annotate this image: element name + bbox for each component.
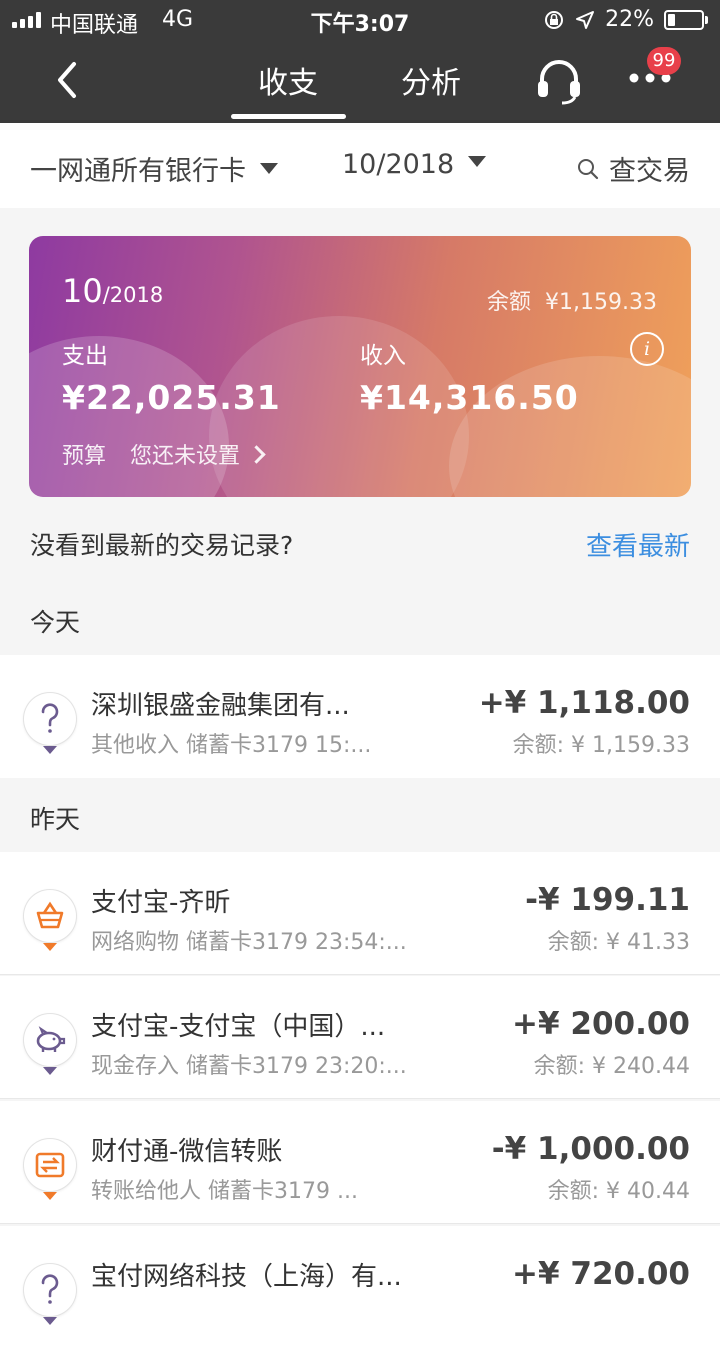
summary-balance: 余额 ¥1,159.33 [487, 290, 657, 315]
income-label: 收入 [360, 343, 406, 369]
expense-label: 支出 [62, 343, 108, 369]
tab-analysis[interactable]: 分析 [401, 58, 461, 102]
month-filter-label: 10/2018 [342, 149, 455, 180]
card-filter-dropdown[interactable]: 一网通所有银行卡 [30, 149, 278, 188]
transaction-title: 财付通-微信转账 [91, 1137, 283, 1167]
monthly-summary-card: 10/2018 余额 ¥1,159.33 支出 收入 i ¥22,025.31 ¥… [29, 236, 691, 497]
transaction-row[interactable]: 财付通-微信转账 转账给他人 储蓄卡3179 ... -¥ 1,000.00 余… [0, 1101, 720, 1224]
transaction-amount: +¥ 720.00 [512, 1256, 690, 1292]
row-divider [0, 974, 720, 975]
chevron-right-icon [247, 444, 266, 464]
transaction-balance: 余额: ¥ 240.44 [533, 1054, 690, 1079]
transaction-title: 支付宝-齐昕 [91, 888, 231, 918]
location-icon [576, 10, 595, 29]
transaction-amount: -¥ 199.11 [525, 882, 690, 918]
budget-value: 您还未设置 [130, 444, 241, 469]
transaction-detail: 现金存入 储蓄卡3179 23:20:... [91, 1054, 407, 1079]
transaction-detail: 其他收入 储蓄卡3179 15:... [91, 733, 372, 758]
search-transactions-button[interactable]: 查交易 [577, 149, 690, 188]
tab-income-expense[interactable]: 收支 [258, 58, 318, 102]
battery-icon [664, 9, 708, 30]
transaction-balance: 余额: ¥ 1,159.33 [512, 733, 690, 758]
dropdown-caret-icon [260, 163, 278, 174]
transaction-title: 宝付网络科技（上海）有... [91, 1262, 402, 1292]
summary-month: 10/2018 [62, 272, 164, 310]
filter-bar: 一网通所有银行卡 10/2018 查交易 [0, 123, 720, 208]
expense-amount: ¥22,025.31 [62, 378, 281, 417]
transaction-row[interactable]: 宝付网络科技（上海）有... +¥ 720.00 [0, 1226, 720, 1349]
budget-label: 预算 [62, 444, 107, 469]
transaction-balance: 余额: ¥ 41.33 [547, 930, 690, 955]
status-bar: 中国联通 4G 下午3:07 22% [0, 0, 720, 40]
transaction-amount: -¥ 1,000.00 [491, 1131, 690, 1167]
search-icon [578, 158, 599, 179]
dropdown-caret-icon [468, 156, 487, 167]
piggy-bank-icon [24, 1014, 76, 1075]
row-divider [0, 1098, 720, 1099]
transaction-amount: +¥ 1,118.00 [478, 685, 690, 721]
transaction-amount: +¥ 200.00 [512, 1006, 690, 1042]
transaction-row[interactable]: 深圳银盛金融集团有... 其他收入 储蓄卡3179 15:... +¥ 1,11… [0, 655, 720, 778]
transaction-balance: 余额: ¥ 40.44 [547, 1179, 690, 1204]
transaction-row[interactable]: 支付宝-支付宝（中国）... 现金存入 储蓄卡3179 23:20:... +¥… [0, 976, 720, 1099]
rotation-lock-icon [545, 10, 564, 29]
view-latest-link[interactable]: 查看最新 [586, 526, 690, 563]
month-filter-dropdown[interactable]: 10/2018 [342, 149, 487, 180]
budget-setting-link[interactable]: 预算 您还未设置 [62, 438, 266, 470]
search-label: 查交易 [609, 156, 690, 187]
top-bar: 中国联通 4G 下午3:07 22% 收支 分析 99 [0, 0, 720, 123]
transaction-detail: 转账给他人 储蓄卡3179 ... [91, 1179, 358, 1204]
notification-badge: 99 [647, 47, 681, 75]
row-divider [0, 1223, 720, 1224]
back-icon[interactable] [50, 60, 86, 100]
transfer-icon [24, 1139, 76, 1200]
transaction-row[interactable]: 支付宝-齐昕 网络购物 储蓄卡3179 23:54:... -¥ 199.11 … [0, 852, 720, 975]
headset-icon[interactable] [534, 55, 584, 105]
income-amount: ¥14,316.50 [360, 378, 579, 417]
active-tab-indicator [231, 114, 346, 119]
section-today: 今天 [30, 608, 81, 637]
refresh-prompt: 没看到最新的交易记录? [30, 531, 294, 560]
transaction-title: 支付宝-支付宝（中国）... [91, 1012, 386, 1042]
info-icon[interactable]: i [630, 332, 664, 366]
shopping-basket-icon [24, 890, 76, 951]
battery-percent: 22% [605, 7, 654, 32]
transaction-title: 深圳银盛金融集团有... [91, 691, 350, 721]
section-yesterday: 昨天 [30, 805, 81, 834]
card-filter-label: 一网通所有银行卡 [30, 156, 246, 187]
transaction-detail: 网络购物 储蓄卡3179 23:54:... [91, 930, 407, 955]
question-icon [24, 693, 76, 754]
question-icon [24, 1264, 76, 1325]
